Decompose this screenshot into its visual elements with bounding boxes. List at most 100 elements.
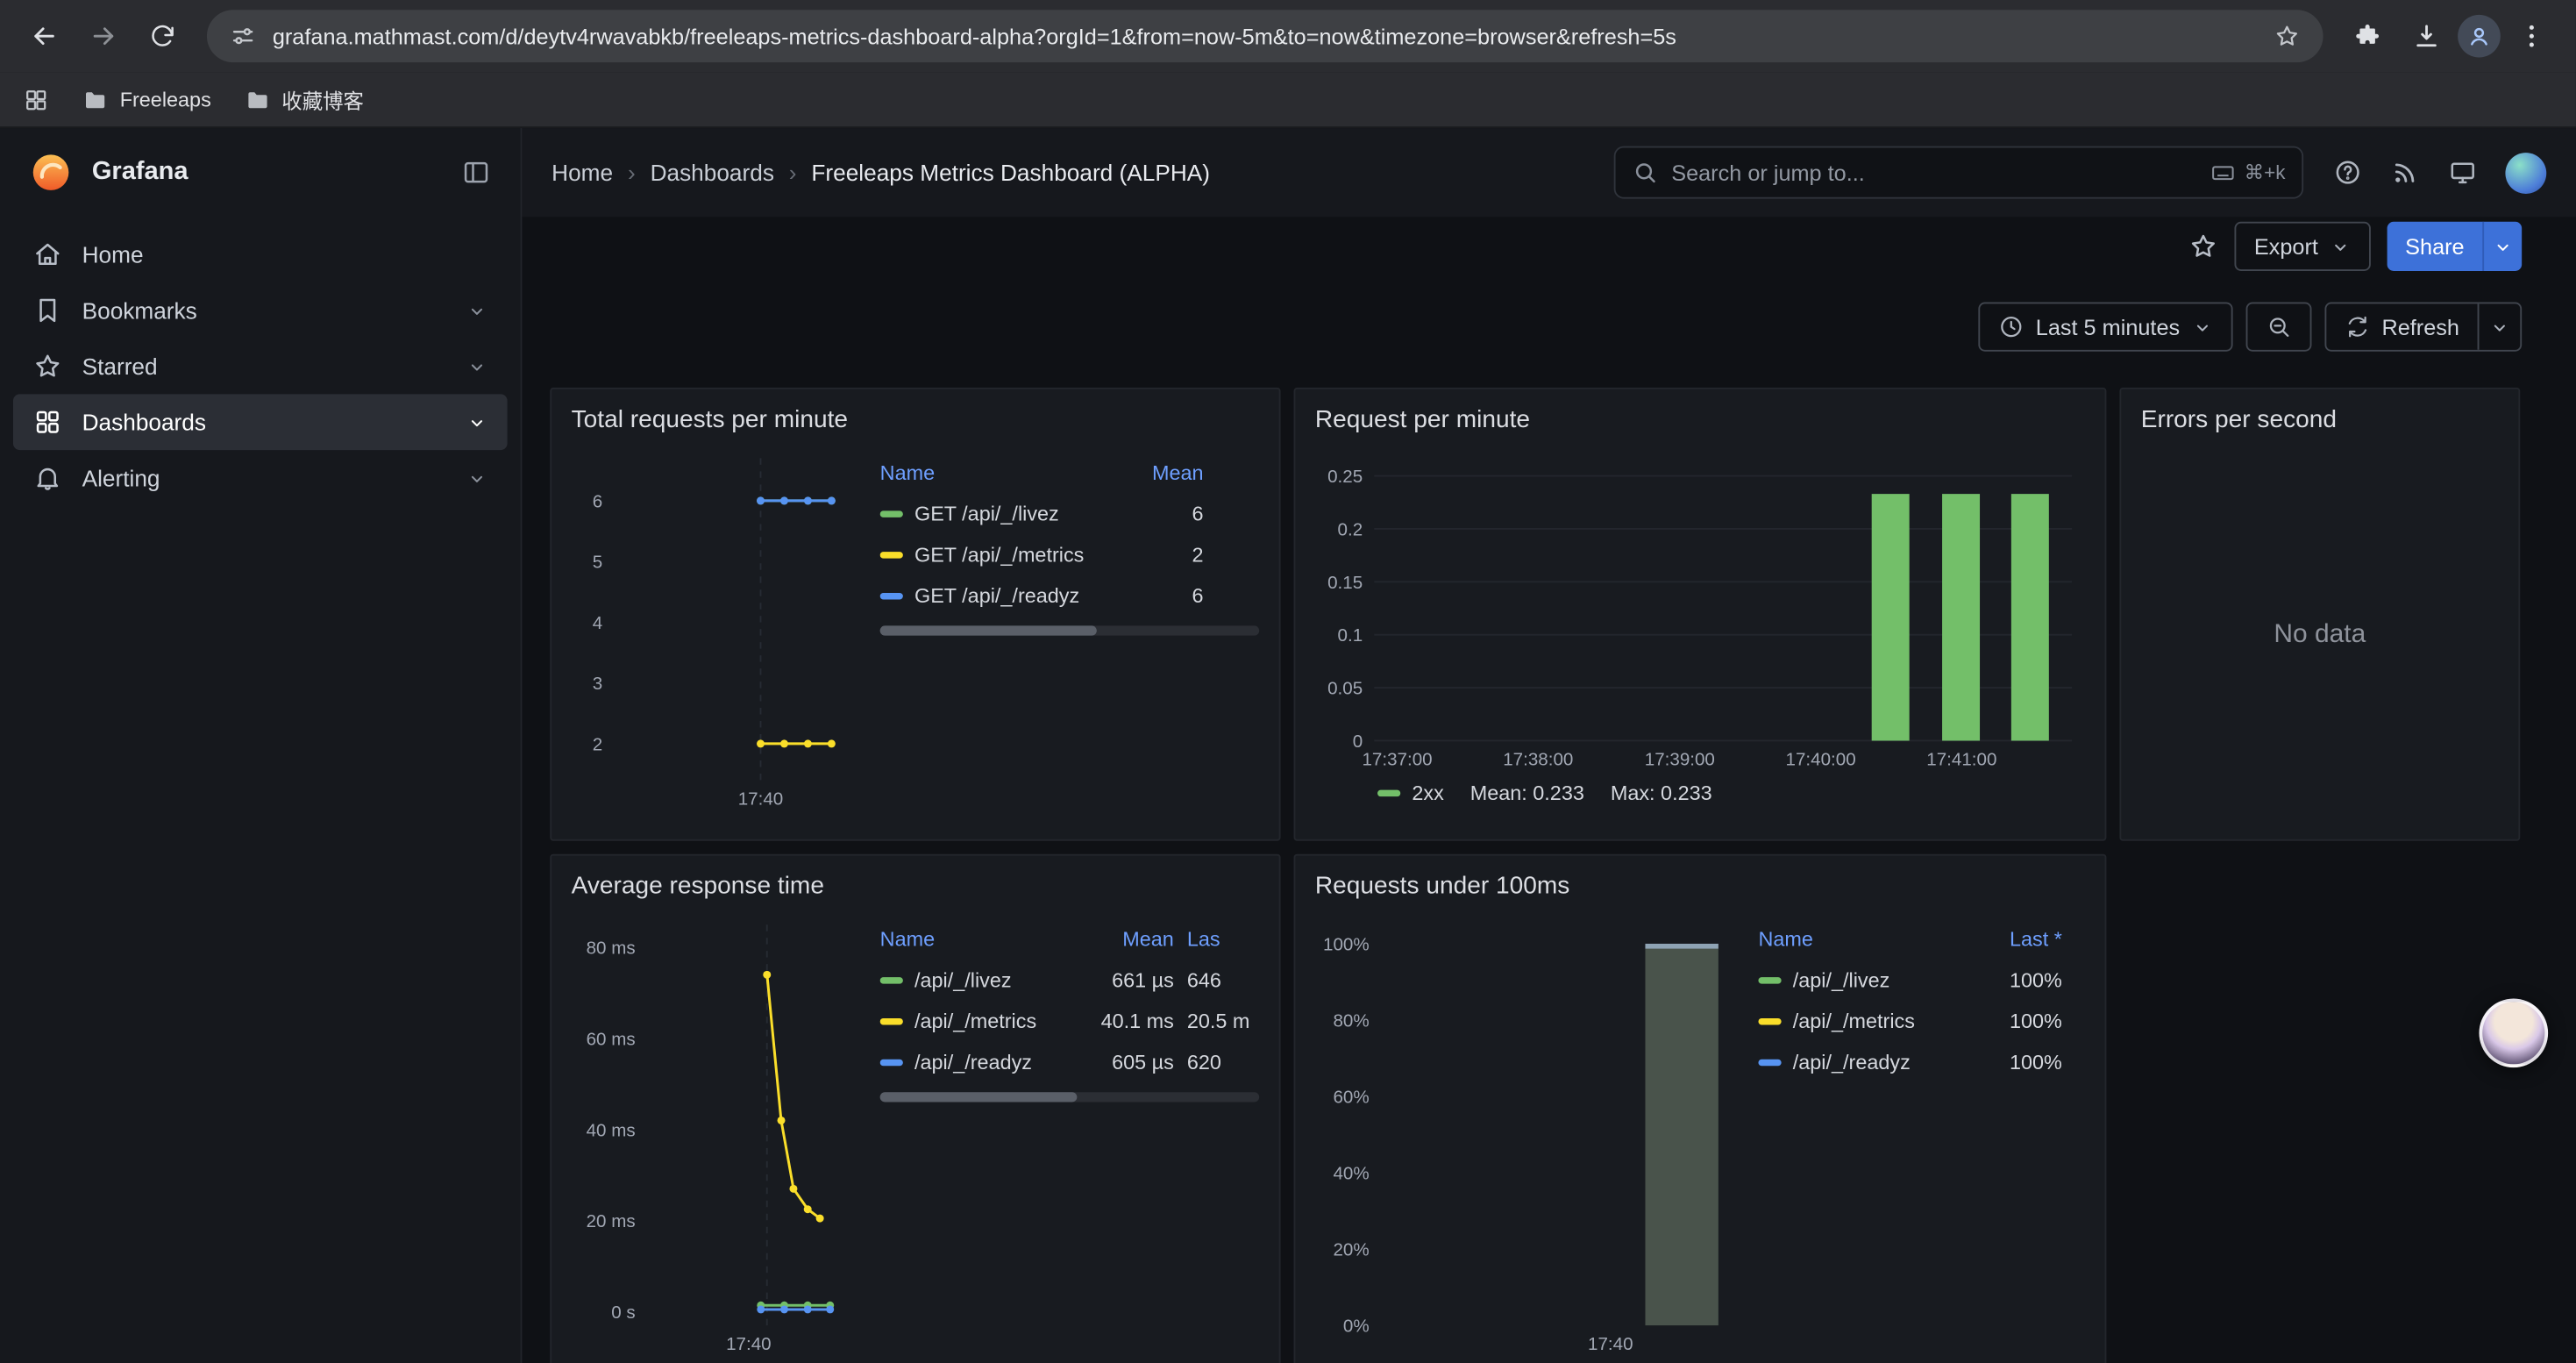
chevron-down-icon [2330, 236, 2351, 257]
bookmark-folder-freeleaps[interactable]: Freeleaps [82, 86, 211, 112]
legend-header[interactable]: NameMean [880, 452, 1260, 493]
panel-title[interactable]: Average response time [572, 869, 1260, 905]
total-requests-chart: 6543217:40 [572, 445, 867, 812]
time-range-picker[interactable]: Last 5 minutes [1978, 303, 2232, 352]
legend-row[interactable]: /api/_/metrics40.1 ms20.5 m [880, 1000, 1260, 1041]
panel-title[interactable]: Request per minute [1315, 403, 2085, 439]
chevron-down-icon [466, 355, 487, 376]
panel-requests-under-100ms: Requests under 100ms 100%80%60%40%20%0%1… [1294, 854, 2107, 1363]
bookmark-label: 收藏博客 [281, 83, 364, 115]
sidebar-item-home[interactable]: Home [13, 226, 508, 282]
favorite-star-icon[interactable] [2188, 232, 2218, 261]
svg-text:0 s: 0 s [611, 1302, 635, 1323]
legend-row[interactable]: GET /api/_/readyz6 [880, 574, 1260, 616]
chevron-down-icon [2492, 236, 2513, 257]
svg-text:20%: 20% [1333, 1240, 1369, 1260]
site-settings-icon[interactable] [230, 23, 256, 49]
sidebar-item-label: Home [82, 241, 144, 268]
share-button[interactable]: Share [2387, 222, 2523, 271]
series-swatch [880, 1059, 903, 1065]
scrollbar-thumb[interactable] [880, 625, 1097, 635]
breadcrumb-separator: › [628, 160, 636, 186]
search-placeholder: Search or jump to... [1671, 161, 1865, 185]
svg-text:3: 3 [593, 674, 602, 694]
browser-window: grafana.mathmast.com/d/deytv4rwavabkb/fr… [0, 0, 2576, 1363]
svg-text:40%: 40% [1333, 1164, 1369, 1184]
top-header: Home › Dashboards › Freeleaps Metrics Da… [522, 128, 2575, 217]
scrollbar-thumb[interactable] [880, 1092, 1078, 1102]
search-icon [1632, 160, 1658, 186]
bookmarks-bar: Freeleaps 收藏博客 [0, 72, 2576, 128]
legend-row[interactable]: /api/_/metrics100% [1758, 1000, 2085, 1041]
url-text[interactable]: grafana.mathmast.com/d/deytv4rwavabkb/fr… [273, 24, 2258, 48]
legend-row[interactable]: /api/_/readyz100% [1758, 1041, 2085, 1082]
back-button[interactable] [17, 8, 73, 64]
series-swatch [880, 592, 903, 598]
browser-profile-avatar[interactable] [2458, 15, 2501, 58]
bookmark-star-icon[interactable] [2274, 23, 2300, 49]
legend-table: NameLast */api/_/livez100%/api/_/metrics… [1758, 918, 2085, 1363]
svg-text:17:40: 17:40 [726, 1334, 771, 1354]
sidebar-item-starred[interactable]: Starred [13, 339, 508, 395]
refresh-button[interactable]: Refresh [2326, 303, 2478, 349]
grafana-logo[interactable] [30, 151, 73, 194]
legend-row[interactable]: GET /api/_/livez6 [880, 493, 1260, 534]
extensions-button[interactable] [2339, 8, 2395, 64]
breadcrumb-home[interactable]: Home [551, 160, 613, 186]
legend-header[interactable]: NameLast * [1758, 918, 2085, 960]
reload-button[interactable] [135, 8, 191, 64]
svg-text:60 ms: 60 ms [587, 1030, 636, 1050]
refresh-icon [2344, 314, 2370, 340]
forward-button[interactable] [75, 8, 132, 64]
panel-grid: Total requests per minute 6543217:40 Nam… [550, 388, 2522, 1363]
bookmark-folder-blog[interactable]: 收藏博客 [244, 83, 364, 115]
zoom-out-icon [2266, 314, 2292, 340]
sidebar-item-label: Bookmarks [82, 297, 197, 324]
collapse-sidebar-icon[interactable] [461, 158, 491, 188]
panel-title[interactable]: Errors per second [2141, 403, 2499, 439]
no-data-message: No data [2141, 445, 2499, 825]
zoom-out-button[interactable] [2245, 303, 2311, 352]
refresh-interval-caret[interactable] [2478, 303, 2521, 349]
legend-scrollbar[interactable] [880, 625, 1260, 635]
legend-header[interactable]: NameMeanLas [880, 918, 1260, 960]
legend-scrollbar[interactable] [880, 1092, 1260, 1102]
browser-menu-button[interactable] [2504, 8, 2560, 64]
sidebar-item-alerting[interactable]: Alerting [13, 450, 508, 506]
legend-row[interactable]: /api/_/livez661 µs646 [880, 960, 1260, 1001]
panel-avg-response-time: Average response time 80 ms60 ms40 ms20 … [550, 854, 1280, 1363]
news-rss-icon[interactable] [2390, 158, 2420, 188]
panel-title[interactable]: Total requests per minute [572, 403, 1260, 439]
panel-title[interactable]: Requests under 100ms [1315, 869, 2085, 905]
series-swatch [1758, 976, 1781, 982]
legend-row[interactable]: GET /api/_/metrics2 [880, 534, 1260, 575]
sidebar-item-bookmarks[interactable]: Bookmarks [13, 282, 508, 339]
svg-text:5: 5 [593, 553, 602, 573]
breadcrumb-dashboards[interactable]: Dashboards [651, 160, 774, 186]
legend-row[interactable]: 2xx [1377, 781, 1444, 804]
main-area: Home › Dashboards › Freeleaps Metrics Da… [522, 128, 2575, 1363]
brand-title: Grafana [92, 158, 189, 188]
tv-mode-icon[interactable] [2448, 158, 2478, 188]
svg-text:17:41:00: 17:41:00 [1926, 750, 1996, 770]
bookmark-icon [32, 296, 62, 325]
series-swatch [880, 976, 903, 982]
floating-avatar-overlay[interactable] [2479, 998, 2548, 1067]
grafana-sidebar: Grafana Home Bookmarks StarredDashboardsAl… [0, 128, 522, 1363]
svg-text:17:40: 17:40 [1588, 1334, 1633, 1354]
share-menu-caret[interactable] [2482, 222, 2522, 271]
legend-row[interactable]: /api/_/readyz605 µs620 [880, 1041, 1260, 1082]
back-icon [30, 21, 60, 51]
apps-grid-icon[interactable] [23, 86, 49, 112]
sidebar-item-dashboards[interactable]: Dashboards [13, 394, 508, 450]
export-button[interactable]: Export [2234, 222, 2370, 271]
search-input[interactable]: Search or jump to... ⌘+k [1614, 146, 2303, 199]
series-swatch [1758, 1059, 1781, 1065]
help-icon[interactable] [2333, 158, 2363, 188]
user-avatar[interactable] [2505, 152, 2546, 193]
downloads-button[interactable] [2399, 8, 2455, 64]
url-bar[interactable]: grafana.mathmast.com/d/deytv4rwavabkb/fr… [207, 10, 2323, 62]
legend-row[interactable]: /api/_/livez100% [1758, 960, 2085, 1001]
request-per-minute-chart: 0.250.20.150.10.05017:37:0017:38:0017:39… [1315, 445, 2089, 773]
legend-max: Max: 0.233 [1611, 781, 1712, 804]
